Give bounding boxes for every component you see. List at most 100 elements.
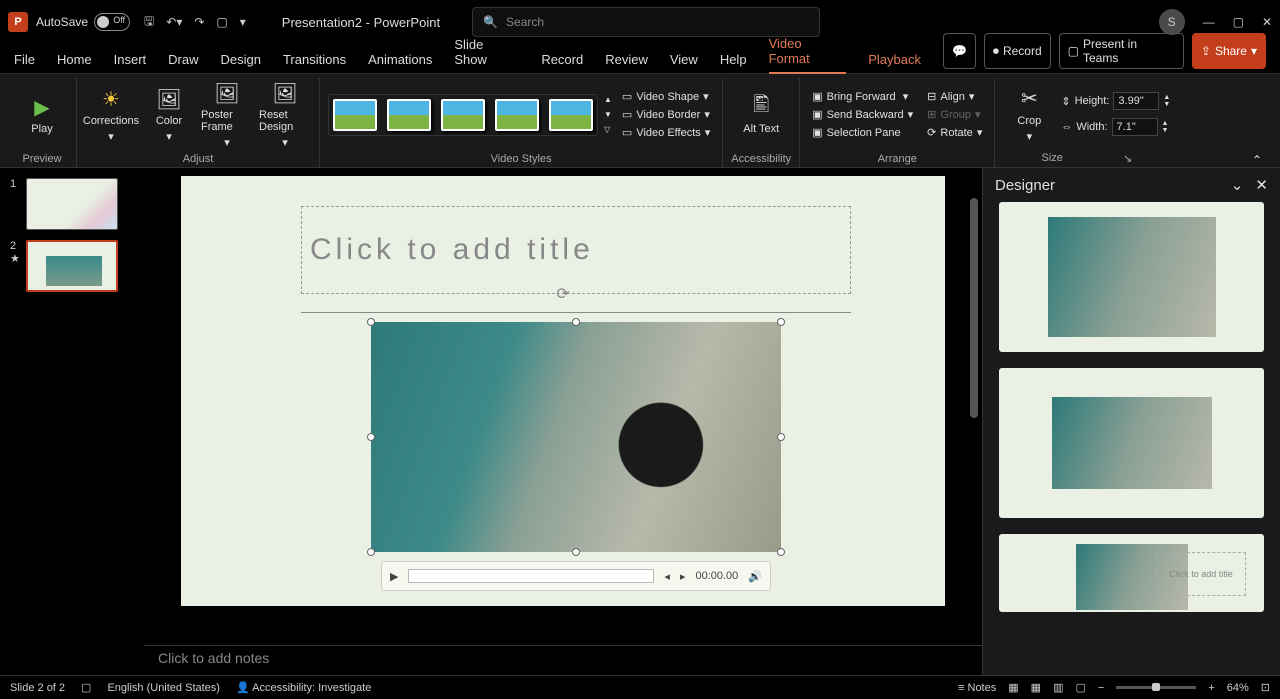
view-reading-icon[interactable]: ▥ xyxy=(1053,681,1063,694)
design-idea-3[interactable]: Click to add title xyxy=(999,534,1264,612)
resize-handle-tr[interactable] xyxy=(777,318,785,326)
status-accessibility[interactable]: 👤 Accessibility: Investigate xyxy=(236,681,371,694)
resize-handle-tl[interactable] xyxy=(367,318,375,326)
notes-pane[interactable]: Click to add notes xyxy=(144,645,982,675)
video-border-button[interactable]: ▭ Video Border ▾ xyxy=(618,107,714,122)
vc-prev-icon[interactable]: ◂ xyxy=(664,570,670,583)
width-up[interactable]: ▲ xyxy=(1162,120,1169,127)
status-language[interactable]: English (United States) xyxy=(107,682,220,694)
resize-handle-ml[interactable] xyxy=(367,433,375,441)
qat-more-icon[interactable]: ▾ xyxy=(240,15,246,29)
zoom-out-icon[interactable]: − xyxy=(1098,682,1104,694)
status-spell-icon[interactable]: ▢ xyxy=(81,681,91,694)
designer-collapse-icon[interactable]: ⌄ xyxy=(1231,176,1244,194)
rotate-button[interactable]: ⟳ Rotate ▾ xyxy=(923,125,986,140)
resize-handle-tm[interactable] xyxy=(572,318,580,326)
tab-playback[interactable]: Playback xyxy=(868,52,921,73)
record-button[interactable]: ⏺ Record xyxy=(984,33,1051,69)
bring-forward-button[interactable]: ▣ Bring Forward ▾ xyxy=(808,89,917,104)
style-thumb-2[interactable] xyxy=(387,99,431,131)
style-thumb-4[interactable] xyxy=(495,99,539,131)
crop-button[interactable]: ✂Crop▾ xyxy=(1003,86,1055,143)
close-icon[interactable]: ✕ xyxy=(1262,15,1272,29)
height-up[interactable]: ▲ xyxy=(1163,94,1170,101)
size-launcher-icon[interactable]: ↘ xyxy=(1123,152,1132,165)
play-button[interactable]: ▶Play xyxy=(16,94,68,135)
tab-home[interactable]: Home xyxy=(57,52,92,73)
resize-handle-bl[interactable] xyxy=(367,548,375,556)
collapse-ribbon-icon[interactable]: ⌃ xyxy=(1252,153,1262,167)
slide-canvas[interactable]: Click to add title ⟳ ▶ ◂ ▸ xyxy=(181,176,945,606)
send-backward-button[interactable]: ▣ Send Backward ▾ xyxy=(808,107,917,122)
fit-window-icon[interactable]: ⊡ xyxy=(1261,681,1270,694)
thumbnail-pane[interactable]: 1 2★ xyxy=(0,168,144,675)
corrections-button[interactable]: ☀Corrections▾ xyxy=(85,86,137,143)
maximize-icon[interactable]: ▢ xyxy=(1233,15,1244,29)
tab-animations[interactable]: Animations xyxy=(368,52,432,73)
tab-insert[interactable]: Insert xyxy=(114,52,147,73)
video-styles-gallery[interactable] xyxy=(328,94,598,136)
view-normal-icon[interactable]: ▦ xyxy=(1008,681,1018,694)
save-icon[interactable]: 🖫 xyxy=(144,12,154,33)
style-thumb-3[interactable] xyxy=(441,99,485,131)
color-button[interactable]: 🖼Color▾ xyxy=(143,86,195,143)
zoom-level[interactable]: 64% xyxy=(1227,682,1249,694)
design-idea-2[interactable] xyxy=(999,368,1264,518)
slide-thumb-1[interactable] xyxy=(26,178,118,230)
redo-icon[interactable]: ↷ xyxy=(194,15,204,29)
slide-thumb-2[interactable] xyxy=(26,240,118,292)
autosave-toggle[interactable]: AutoSave Off xyxy=(36,13,130,31)
status-notes[interactable]: ≡ Notes xyxy=(958,682,996,694)
align-button[interactable]: ⊟ Align ▾ xyxy=(923,89,986,104)
present-teams-button[interactable]: ▢ Present in Teams xyxy=(1059,33,1184,69)
poster-frame-button[interactable]: 🖼Poster Frame▾ xyxy=(201,80,253,149)
vc-progress[interactable] xyxy=(408,569,654,583)
tab-review[interactable]: Review xyxy=(605,52,648,73)
style-thumb-5[interactable] xyxy=(549,99,593,131)
title-placeholder[interactable]: Click to add title xyxy=(301,206,851,294)
search-box[interactable]: 🔍 Search xyxy=(472,7,820,37)
design-idea-1[interactable] xyxy=(999,202,1264,352)
gallery-down-icon[interactable]: ▼ xyxy=(604,110,612,119)
comments-button[interactable]: 💬 xyxy=(943,33,976,69)
tab-video-format[interactable]: Video Format xyxy=(769,36,847,74)
designer-close-icon[interactable]: ✕ xyxy=(1255,176,1268,194)
vertical-scrollbar[interactable] xyxy=(970,178,980,578)
height-down[interactable]: ▼ xyxy=(1163,101,1170,108)
tab-view[interactable]: View xyxy=(670,52,698,73)
toggle-switch[interactable]: Off xyxy=(94,13,130,31)
resize-handle-br[interactable] xyxy=(777,548,785,556)
video-shape-button[interactable]: ▭ Video Shape ▾ xyxy=(618,89,714,104)
style-thumb-1[interactable] xyxy=(333,99,377,131)
tab-transitions[interactable]: Transitions xyxy=(283,52,346,73)
minimize-icon[interactable]: — xyxy=(1203,15,1215,29)
alt-text-button[interactable]: 🖺Alt Text xyxy=(735,94,787,135)
tab-record[interactable]: Record xyxy=(541,52,583,73)
view-sorter-icon[interactable]: ▦ xyxy=(1031,681,1041,694)
tab-help[interactable]: Help xyxy=(720,52,747,73)
tab-slideshow[interactable]: Slide Show xyxy=(454,37,519,73)
width-down[interactable]: ▼ xyxy=(1162,127,1169,134)
vc-play-icon[interactable]: ▶ xyxy=(390,570,398,583)
reset-design-button[interactable]: 🖼Reset Design▾ xyxy=(259,80,311,149)
zoom-slider[interactable] xyxy=(1116,686,1196,689)
user-avatar[interactable]: S xyxy=(1159,9,1185,35)
gallery-up-icon[interactable]: ▲ xyxy=(604,95,612,104)
rotation-handle-icon[interactable]: ⟳ xyxy=(556,284,569,304)
view-slideshow-icon[interactable]: ▢ xyxy=(1075,681,1085,694)
height-input[interactable] xyxy=(1113,92,1159,110)
video-object[interactable] xyxy=(371,322,781,552)
video-effects-button[interactable]: ▭ Video Effects ▾ xyxy=(618,125,714,140)
resize-handle-bm[interactable] xyxy=(572,548,580,556)
selection-pane-button[interactable]: ▣ Selection Pane xyxy=(808,125,917,140)
gallery-more-icon[interactable]: ▽ xyxy=(604,125,612,134)
width-input[interactable] xyxy=(1112,118,1158,136)
vc-volume-icon[interactable]: 🔊 xyxy=(748,570,762,583)
tab-draw[interactable]: Draw xyxy=(168,52,198,73)
zoom-in-icon[interactable]: + xyxy=(1208,682,1214,694)
resize-handle-mr[interactable] xyxy=(777,433,785,441)
undo-icon[interactable]: ↶▾ xyxy=(166,15,182,29)
vc-next-icon[interactable]: ▸ xyxy=(680,570,686,583)
present-icon[interactable]: ▢ xyxy=(216,15,227,29)
tab-design[interactable]: Design xyxy=(221,52,261,73)
